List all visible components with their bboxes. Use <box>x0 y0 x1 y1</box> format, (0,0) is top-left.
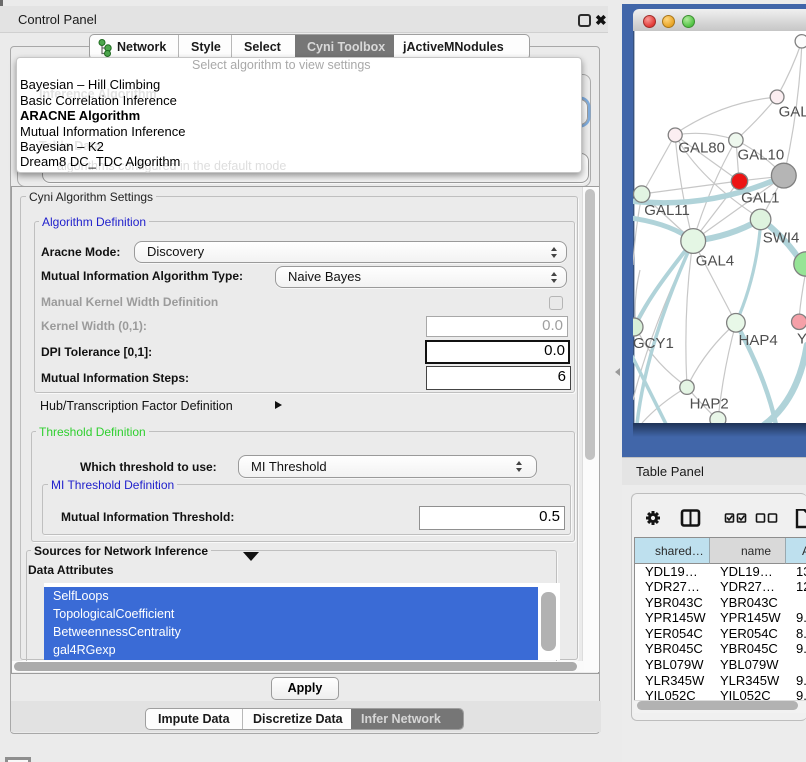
svg-text:HAP2: HAP2 <box>690 395 729 412</box>
svg-text:HAP4: HAP4 <box>739 332 778 349</box>
svg-text:GAL11: GAL11 <box>644 202 690 219</box>
svg-text:GCY1: GCY1 <box>633 335 674 352</box>
svg-text:SWI4: SWI4 <box>763 230 800 247</box>
svg-text:GAL4: GAL4 <box>696 253 734 270</box>
svg-text:Y: Y <box>797 331 806 348</box>
svg-text:GAL80: GAL80 <box>678 140 725 157</box>
svg-text:GAL10: GAL10 <box>738 147 785 164</box>
svg-text:GAL1: GAL1 <box>741 189 779 206</box>
svg-text:GAL: GAL <box>779 103 806 120</box>
